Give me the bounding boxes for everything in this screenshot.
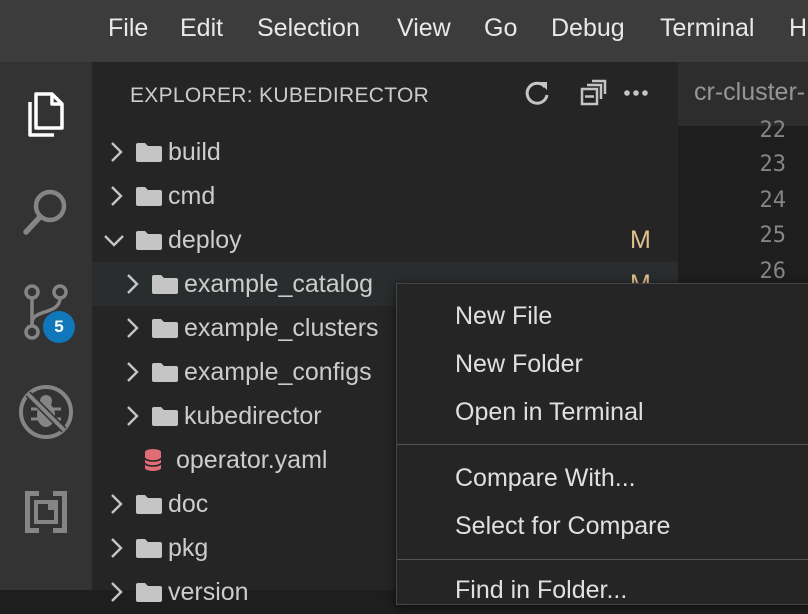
menu-view[interactable]: View [397, 14, 451, 43]
menu-terminal[interactable]: Terminal [660, 14, 754, 43]
tree-item-label: deploy [168, 226, 242, 254]
tree-item-label: kubedirector [184, 402, 322, 430]
files-icon [28, 92, 64, 137]
explorer-activity[interactable] [0, 74, 92, 154]
extensions-activity[interactable] [0, 472, 92, 552]
collapse-all-icon [580, 79, 607, 106]
folder-icon [136, 539, 162, 558]
context-menu: New File New Folder Open in Terminal Com… [396, 283, 808, 605]
menu-separator [397, 559, 808, 560]
search-activity[interactable] [0, 172, 92, 252]
menu-edit[interactable]: Edit [180, 14, 223, 43]
line-number: 23 [759, 152, 787, 177]
line-number: 25 [759, 223, 787, 248]
new-file-menu-item[interactable]: New File [455, 302, 552, 331]
folder-icon [152, 363, 178, 382]
debug-activity[interactable] [0, 372, 92, 452]
tree-item-label: pkg [168, 534, 209, 562]
folder-open-icon [136, 231, 162, 250]
collapse-all-button[interactable] [576, 76, 610, 110]
folder-icon [136, 143, 162, 162]
tree-item-cmd[interactable]: cmd [92, 174, 678, 218]
menu-bar: File Edit Selection View Go Debug Termin… [0, 0, 808, 62]
chevron-right-icon [127, 318, 139, 338]
chevron-right-icon [111, 142, 123, 162]
tree-item-label: example_catalog [184, 270, 374, 298]
tree-item-label: cmd [168, 182, 216, 210]
folder-icon [152, 319, 178, 338]
open-in-terminal-menu-item[interactable]: Open in Terminal [455, 398, 644, 427]
menu-file[interactable]: File [108, 14, 148, 43]
editor-tab-label: cr-cluster- [694, 78, 806, 106]
folder-icon [136, 187, 162, 206]
tree-item-label: version [168, 578, 249, 606]
select-for-compare-menu-item[interactable]: Select for Compare [455, 512, 670, 541]
chevron-right-icon [127, 274, 139, 294]
menu-separator [397, 444, 808, 445]
new-folder-menu-item[interactable]: New Folder [455, 350, 583, 379]
line-number: 22 [759, 118, 787, 143]
tree-item-label: example_clusters [184, 314, 379, 342]
git-modified-badge: M [630, 226, 651, 254]
tree-item-deploy[interactable]: deploy M [92, 218, 678, 262]
tree-item-label: operator.yaml [176, 446, 328, 474]
chevron-right-icon [127, 362, 139, 382]
folder-icon [136, 495, 162, 514]
explorer-title: EXPLORER: KUBEDIRECTOR [130, 84, 430, 107]
chevron-right-icon [111, 582, 123, 602]
tree-item-label: doc [168, 490, 209, 518]
find-in-folder-menu-item[interactable]: Find in Folder... [455, 576, 627, 605]
line-number: 24 [759, 188, 787, 213]
chevron-down-icon [104, 235, 124, 247]
folder-icon [152, 407, 178, 426]
line-number: 26 [759, 259, 787, 284]
menu-help[interactable]: H [789, 14, 807, 43]
compare-with-menu-item[interactable]: Compare With... [455, 464, 636, 493]
source-control-activity[interactable] [0, 272, 92, 352]
activity-bar: 5 [0, 62, 92, 590]
chevron-right-icon [127, 406, 139, 426]
tree-item-build[interactable]: build [92, 130, 678, 174]
refresh-icon [525, 81, 549, 105]
tree-item-label: example_configs [184, 358, 372, 386]
menu-debug[interactable]: Debug [551, 14, 625, 43]
search-icon [23, 189, 67, 235]
more-icon [624, 90, 648, 96]
menu-go[interactable]: Go [484, 14, 517, 43]
debug-disabled-icon [19, 385, 73, 439]
more-actions-button[interactable] [619, 76, 653, 110]
menu-selection[interactable]: Selection [257, 14, 360, 43]
tree-item-label: build [168, 138, 221, 166]
refresh-button[interactable] [520, 76, 554, 110]
yaml-file-icon [144, 449, 162, 471]
folder-icon [152, 275, 178, 294]
extensions-icon [25, 491, 67, 533]
folder-icon [136, 583, 162, 602]
chevron-right-icon [111, 186, 123, 206]
source-control-badge: 5 [43, 311, 75, 343]
editor-tab[interactable]: cr-cluster- [678, 62, 808, 126]
chevron-right-icon [111, 494, 123, 514]
chevron-right-icon [111, 538, 123, 558]
